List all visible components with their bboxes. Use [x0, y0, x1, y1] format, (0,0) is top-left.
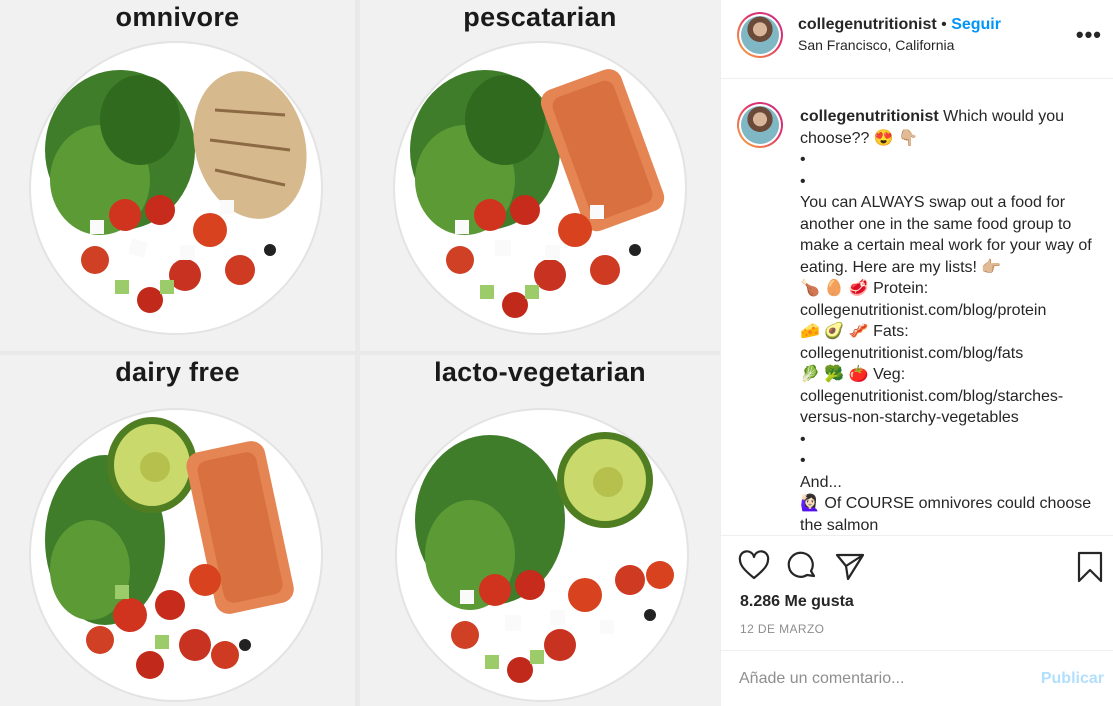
post-date[interactable]: 12 DE MARZO	[740, 622, 824, 636]
quadrant-dairy-free: dairy free	[0, 355, 355, 706]
heart-icon[interactable]	[738, 550, 770, 582]
quadrant-lacto-vegetarian: lacto-vegetarian	[360, 355, 720, 706]
quadrant-pescatarian: pescatarian	[360, 0, 720, 351]
caption-username[interactable]: collegenutritionist	[800, 108, 939, 125]
bookmark-icon[interactable]	[1077, 551, 1103, 583]
quadrant-title: dairy free	[115, 357, 240, 387]
separator-dot: •	[941, 16, 947, 33]
quadrant-title: omnivore	[115, 2, 240, 32]
action-bar: 8.286 Me gusta 12 DE MARZO Publicar	[721, 535, 1113, 706]
plate-image	[393, 41, 687, 335]
post-panel: collegenutritionist • Seguir San Francis…	[720, 0, 1113, 706]
profile-photo	[741, 106, 779, 144]
comment-icon[interactable]	[786, 550, 818, 582]
publish-button[interactable]: Publicar	[1041, 670, 1104, 688]
username-link[interactable]: collegenutritionist	[798, 16, 937, 33]
add-comment-bar: Publicar	[721, 650, 1113, 706]
follow-button[interactable]: Seguir	[951, 16, 1001, 33]
caption-text: collegenutritionist Which would you choo…	[800, 106, 1100, 535]
plate-image	[29, 408, 323, 702]
share-icon[interactable]	[834, 550, 866, 582]
caption-body: Which would you choose?? 😍 👇🏼 • • You ca…	[800, 108, 1092, 534]
avatar[interactable]	[737, 102, 783, 148]
plate-image	[395, 408, 689, 702]
post-header: collegenutritionist • Seguir San Francis…	[721, 0, 1113, 79]
location-link[interactable]: San Francisco, California	[798, 37, 954, 53]
comment-input[interactable]	[739, 663, 1029, 695]
more-options-icon[interactable]: •••	[1076, 22, 1102, 48]
header-user-line: collegenutritionist • Seguir	[798, 16, 1001, 34]
post-photo[interactable]: omnivore pescatarian dairy free lacto-ve…	[0, 0, 720, 706]
quadrant-omnivore: omnivore	[0, 0, 355, 351]
profile-photo	[741, 16, 779, 54]
quadrant-title: pescatarian	[463, 2, 617, 32]
avatar[interactable]	[737, 12, 783, 58]
plate-image	[29, 41, 323, 335]
likes-count[interactable]: 8.286 Me gusta	[740, 593, 854, 611]
caption-area[interactable]: collegenutritionist Which would you choo…	[721, 80, 1113, 535]
quadrant-title: lacto-vegetarian	[434, 357, 646, 387]
